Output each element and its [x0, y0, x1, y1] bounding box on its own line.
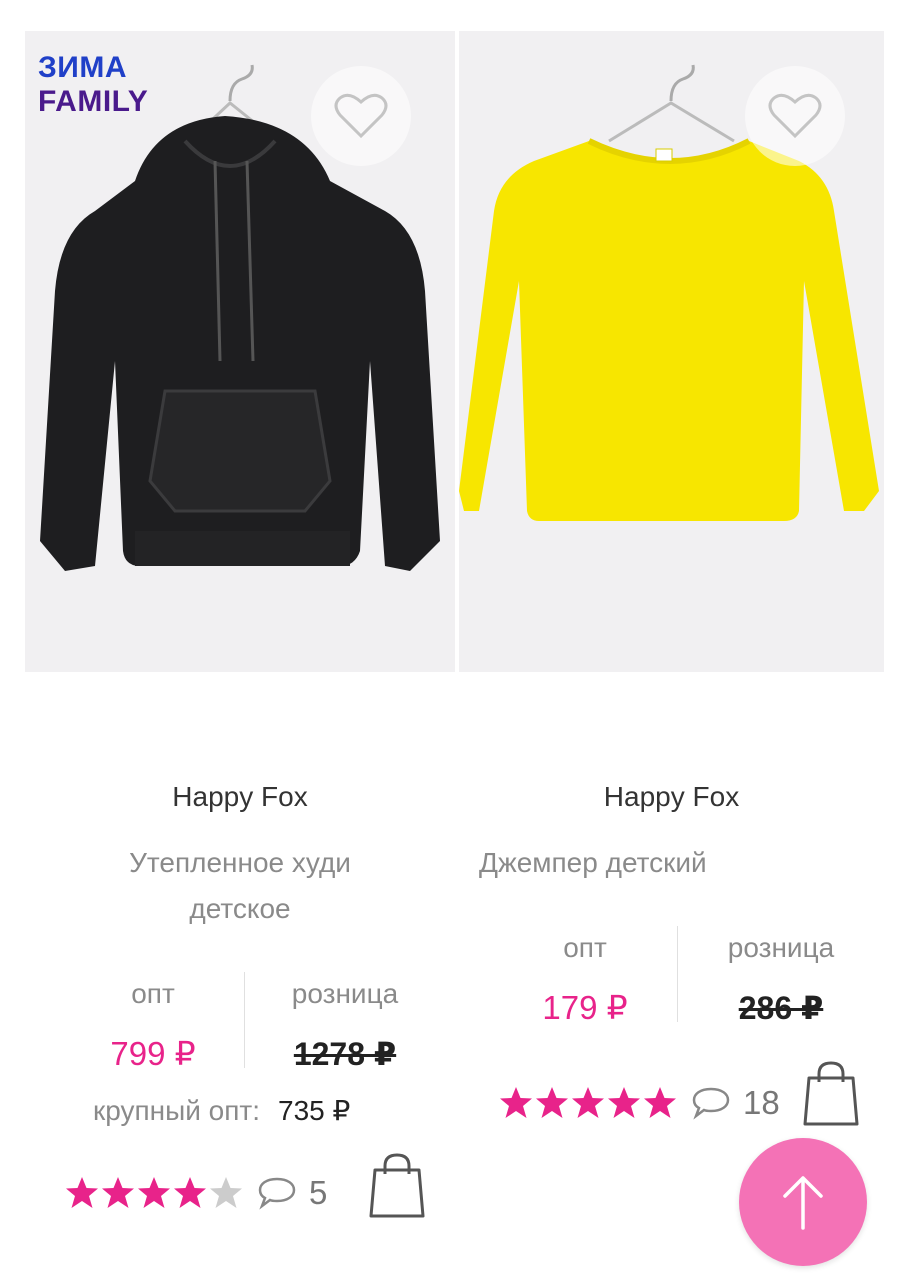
retail-value: 1278 ₽ [293, 1036, 397, 1072]
comments-count: 5 [309, 1174, 328, 1211]
star-filled-icon [536, 1087, 568, 1118]
product-brand[interactable]: Happy Fox [459, 781, 884, 813]
retail-price: розница 286 ₽ [681, 924, 881, 1032]
arrow-up-icon [783, 1176, 823, 1230]
product-brand[interactable]: Happy Fox [25, 781, 455, 813]
product-title[interactable]: Джемпер детский [479, 840, 819, 886]
star-filled-icon [66, 1177, 98, 1208]
star-rating [65, 1176, 245, 1210]
bulk-price: крупный опт: 735 ₽ [93, 1094, 350, 1127]
product-image[interactable]: ЗИМА FAMILY [25, 31, 455, 672]
comments-link[interactable]: 5 [257, 1174, 327, 1212]
shopping-bag-icon [369, 1153, 425, 1218]
wholesale-price: опт 179 ₽ [485, 924, 685, 1032]
retail-price: розница 1278 ₽ [245, 970, 445, 1078]
bulk-label: крупный опт: [93, 1095, 261, 1126]
favorite-button[interactable] [311, 66, 411, 166]
rating-row[interactable]: 18 [499, 1084, 780, 1122]
star-filled-icon [174, 1177, 206, 1208]
product-title[interactable]: Утепленное худи детское [85, 840, 395, 932]
star-filled-icon [608, 1087, 640, 1118]
star-filled-icon [572, 1087, 604, 1118]
product-card-jumper[interactable]: Happy Fox Джемпер детский опт 179 ₽ розн… [459, 0, 884, 1280]
promo-line-2: FAMILY [38, 85, 149, 118]
star-filled-icon [644, 1087, 676, 1118]
comments-count: 18 [743, 1084, 780, 1121]
wholesale-label: опт [563, 932, 607, 963]
add-to-cart-button[interactable] [801, 1060, 861, 1133]
star-filled-icon [138, 1177, 170, 1208]
promo-badge: ЗИМА FAMILY [38, 51, 148, 119]
speech-bubble-icon [692, 1087, 730, 1120]
promo-line-1: ЗИМА [38, 51, 128, 84]
product-image[interactable] [459, 31, 884, 672]
add-to-cart-button[interactable] [367, 1152, 427, 1225]
star-rating [499, 1086, 679, 1120]
wholesale-value: 799 ₽ [110, 1035, 196, 1072]
retail-label: розница [291, 978, 399, 1009]
retail-label: розница [727, 932, 835, 963]
star-filled-icon [102, 1177, 134, 1208]
product-card-hoodie[interactable]: ЗИМА FAMILY Happy Fox Утепленное худи де… [25, 0, 455, 1280]
star-empty-icon [210, 1177, 242, 1208]
wholesale-price: опт 799 ₽ [53, 970, 253, 1078]
heart-icon [768, 93, 822, 139]
wholesale-label: опт [131, 978, 175, 1009]
favorite-button[interactable] [745, 66, 845, 166]
speech-bubble-icon [258, 1177, 296, 1210]
rating-row[interactable]: 5 [65, 1174, 327, 1212]
star-filled-icon [500, 1087, 532, 1118]
wholesale-value: 179 ₽ [542, 989, 628, 1026]
price-divider [677, 926, 678, 1022]
comments-link[interactable]: 18 [691, 1084, 780, 1122]
shopping-bag-icon [803, 1061, 859, 1126]
heart-icon [334, 93, 388, 139]
retail-value: 286 ₽ [738, 990, 824, 1026]
bulk-value: 735 ₽ [278, 1095, 351, 1126]
price-block: опт 179 ₽ розница 286 ₽ [459, 924, 884, 1026]
scroll-to-top-button[interactable] [739, 1138, 867, 1266]
price-block: опт 799 ₽ розница 1278 ₽ [25, 970, 455, 1072]
